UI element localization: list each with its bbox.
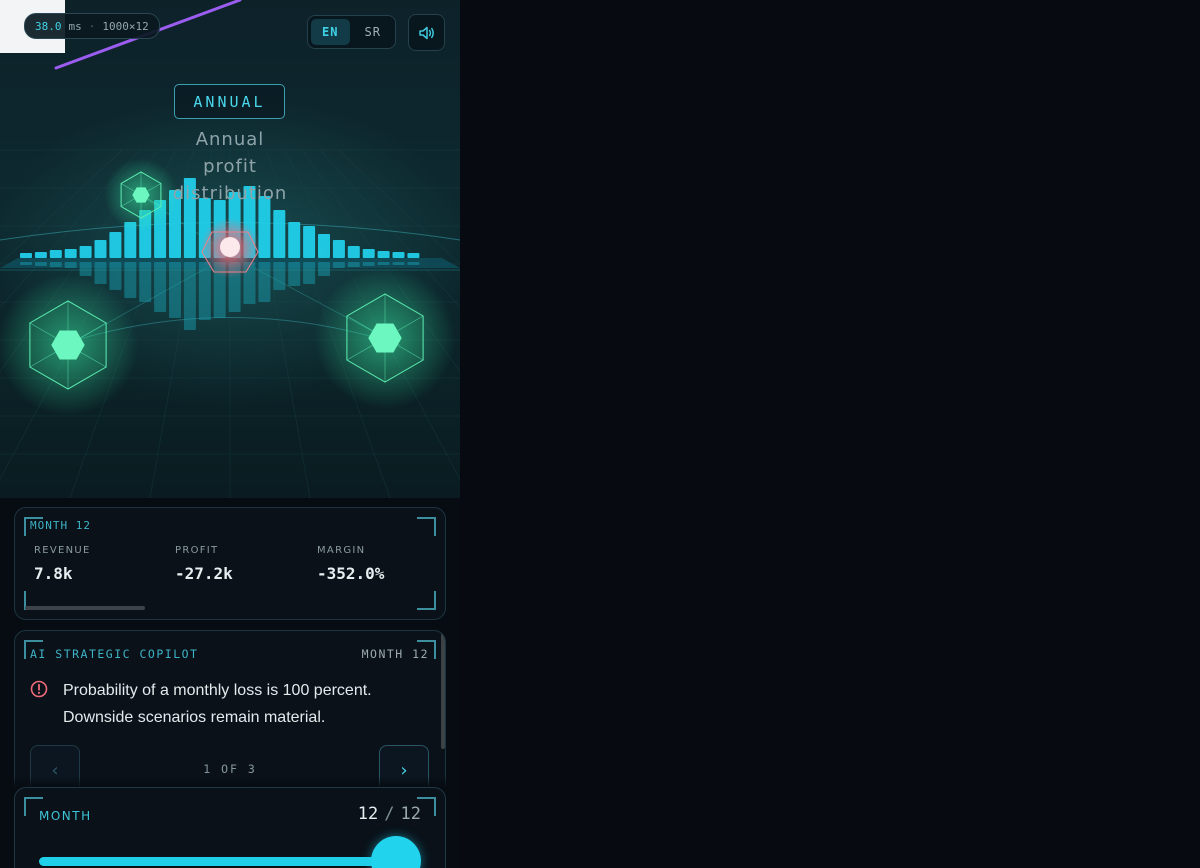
distribution-reflection xyxy=(169,262,181,318)
metric-revenue: REVENUE 7.8k xyxy=(34,545,91,583)
horizontal-scrollbar[interactable] xyxy=(25,606,145,610)
distribution-reflection xyxy=(362,262,375,266)
month-slider-label: MONTH xyxy=(39,809,92,823)
distribution-reflection xyxy=(392,262,405,265)
distribution-reflection xyxy=(318,262,330,276)
distribution-reflection xyxy=(64,262,77,268)
copilot-message: Probability of a monthly loss is 100 per… xyxy=(63,677,423,731)
corner-bracket xyxy=(417,591,436,610)
metric-profit: PROFIT -27.2k xyxy=(175,545,233,583)
scene-title-line-3: distribution xyxy=(172,183,288,204)
lang-option-sr[interactable]: SR xyxy=(354,19,393,45)
perf-stats: 38.0 ms · 1000×12 xyxy=(24,13,160,39)
distribution-reflection xyxy=(258,262,271,302)
resolution: 1000×12 xyxy=(102,19,149,33)
month-total: 12 xyxy=(400,804,421,824)
month-slider-card: MONTH 12/12 xyxy=(14,787,446,868)
distribution-bar xyxy=(49,250,62,258)
distribution-bar xyxy=(362,249,375,258)
distribution-bar xyxy=(318,234,330,258)
metric-value: 7.8k xyxy=(34,564,73,583)
frame-time: 38.0 xyxy=(35,19,62,33)
metric-label: REVENUE xyxy=(34,545,91,556)
distribution-reflection xyxy=(273,262,286,290)
distribution-bar xyxy=(347,246,360,258)
sound-toggle-button[interactable] xyxy=(408,14,445,51)
distribution-reflection xyxy=(34,262,47,266)
app-viewport: 38.0 ms · 1000×12 EN SR ANNUAL Annual pr… xyxy=(0,0,460,868)
insight-pager: 1 OF 3 xyxy=(203,762,257,776)
distribution-reflection xyxy=(347,262,360,267)
distribution-bar xyxy=(20,253,32,258)
metric-margin: MARGIN -352.0% xyxy=(317,545,384,583)
ai-copilot-card: AI STRATEGIC COPILOT MONTH 12 Probabilit… xyxy=(14,630,446,788)
language-switcher: EN SR xyxy=(307,15,396,49)
distribution-bar xyxy=(303,226,316,258)
distribution-reflection xyxy=(109,262,122,290)
month-separator: / xyxy=(384,804,395,824)
distribution-bar xyxy=(273,210,286,258)
copilot-title: AI STRATEGIC COPILOT xyxy=(30,647,199,661)
metric-value: -27.2k xyxy=(175,564,233,583)
distribution-bar xyxy=(392,252,405,258)
message-line: Downside scenarios remain material. xyxy=(63,709,326,726)
corner-bracket xyxy=(417,517,436,536)
message-line: Probability of a monthly loss is 100 per… xyxy=(63,682,372,699)
lang-option-en[interactable]: EN xyxy=(311,19,350,45)
distribution-reflection xyxy=(49,262,62,267)
distribution-bar xyxy=(64,249,77,258)
distribution-reflection xyxy=(79,262,92,276)
speaker-icon xyxy=(418,26,434,39)
alert-circle-icon xyxy=(30,680,48,698)
distribution-reflection xyxy=(139,262,152,302)
distribution-bar xyxy=(79,246,92,258)
distribution-reflection xyxy=(198,262,211,320)
distribution-reflection xyxy=(303,262,316,284)
vertical-scrollbar[interactable] xyxy=(441,631,445,749)
distribution-reflection xyxy=(154,262,167,312)
perf-separator: · xyxy=(88,19,96,33)
distribution-bar xyxy=(332,240,345,258)
scene-3d-view[interactable]: 38.0 ms · 1000×12 EN SR ANNUAL Annual pr… xyxy=(0,0,460,498)
scene-title-line-1: Annual xyxy=(195,129,265,150)
distribution-bar xyxy=(407,253,420,258)
copilot-month: MONTH 12 xyxy=(361,647,429,661)
distribution-bar xyxy=(109,232,122,258)
view-mode-button[interactable]: ANNUAL xyxy=(174,84,285,119)
distribution-reflection xyxy=(20,262,32,265)
distribution-bar xyxy=(377,251,390,258)
scene-title-line-2: profit xyxy=(203,156,257,177)
distribution-reflection xyxy=(407,262,420,265)
month-slider-thumb[interactable] xyxy=(371,836,421,868)
distribution-reflection xyxy=(377,262,390,265)
metric-label: MARGIN xyxy=(317,545,366,556)
month-current: 12 xyxy=(357,804,379,824)
distribution-reflection xyxy=(124,262,137,298)
metric-label: PROFIT xyxy=(175,545,219,556)
scene-title: Annual profit distribution xyxy=(150,126,310,207)
month-summary-card: MONTH 12 REVENUE 7.8k PROFIT -27.2k MARG… xyxy=(14,507,446,620)
distribution-reflection xyxy=(332,262,345,268)
distribution-bar xyxy=(34,252,47,258)
month-tag: MONTH 12 xyxy=(30,519,91,532)
frame-unit: ms xyxy=(68,19,82,33)
distribution-bar xyxy=(94,240,107,258)
profit-distribution-visual xyxy=(0,0,460,498)
distribution-reflection xyxy=(183,262,196,330)
metric-value: -352.0% xyxy=(317,564,385,583)
distribution-reflection xyxy=(288,262,301,286)
month-slider-track[interactable] xyxy=(39,857,394,866)
month-counter: 12/12 xyxy=(358,804,421,824)
distribution-bar xyxy=(288,222,301,258)
core-orb xyxy=(220,237,240,257)
